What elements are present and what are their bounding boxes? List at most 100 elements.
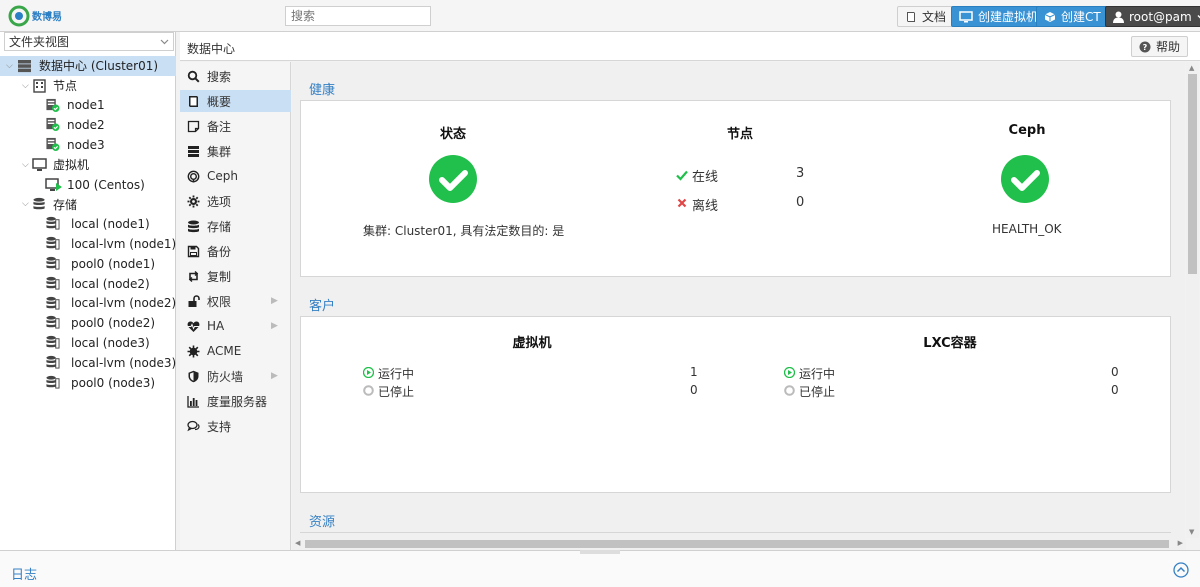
horizontal-scrollbar[interactable]: ◀ ▶	[292, 538, 1186, 550]
vm-title: 虚拟机	[512, 336, 552, 351]
tree-item-label: local (node3)	[71, 336, 150, 351]
book-icon	[189, 96, 198, 107]
brand-logo-icon[interactable]: 数博易	[8, 5, 68, 27]
lxc-title: LXC容器	[923, 336, 977, 351]
tree-item-storage-local-node3[interactable]: local (node3)	[0, 333, 176, 353]
tree-item-storage-local-lvm-node1[interactable]: local-lvm (node1)	[0, 234, 176, 254]
guests-section-header[interactable]: 客户	[300, 286, 1171, 317]
vm-running-count: 1	[690, 365, 698, 379]
resize-handle[interactable]	[580, 550, 620, 554]
desktop-icon	[32, 158, 47, 171]
sticky-note-icon	[187, 120, 200, 133]
tree-item-storage-local-node2[interactable]: local (node2)	[0, 274, 176, 294]
tree-item-nodes[interactable]: ⌵ 节点	[0, 76, 176, 96]
menu-item-search[interactable]: 搜索	[180, 65, 291, 87]
docs-button[interactable]: 文档	[897, 6, 955, 27]
tree-item-label: local-lvm (node2)	[71, 296, 177, 311]
menu-item-label: Ceph	[207, 169, 238, 183]
menu-item-storage[interactable]: 存储	[180, 215, 291, 237]
search-input[interactable]	[285, 6, 431, 26]
expand-arrow-icon[interactable]: ▶	[271, 296, 278, 306]
tree-item-node3[interactable]: node3	[0, 135, 176, 155]
menu-item-ha[interactable]: HA ▶	[180, 315, 291, 337]
menu-item-acme[interactable]: ACME	[180, 340, 291, 362]
menu-item-cluster[interactable]: 集群	[180, 140, 291, 162]
cluster-status-text: 集群: Cluster01, 具有法定数目的: 是	[363, 224, 565, 238]
docs-label: 文档	[922, 10, 947, 24]
retweet-icon	[188, 270, 199, 283]
menu-item-options[interactable]: 选项	[180, 190, 291, 212]
collapse-icon[interactable]: ⌵	[22, 160, 29, 170]
menu-item-label: 支持	[207, 419, 232, 434]
expand-up-icon[interactable]	[1173, 562, 1189, 578]
create-ct-button[interactable]: 创建CT	[1036, 6, 1109, 27]
collapse-icon[interactable]: ⌵	[22, 199, 29, 209]
tree-item-storage-pool0-node2[interactable]: pool0 (node2)	[0, 313, 176, 333]
tree-item-datacenter[interactable]: ⌵ 数据中心 (Cluster01)	[0, 56, 176, 76]
log-title[interactable]: 日志	[11, 564, 37, 583]
expand-arrow-icon[interactable]: ▶	[271, 321, 278, 331]
stop-circle-icon	[363, 385, 374, 396]
menu-item-firewall[interactable]: 防火墙 ▶	[180, 365, 291, 387]
page-title: 数据中心	[187, 42, 236, 56]
summary-panel: 健康 状态 集群: Cluster01, 具有法定数目的: 是 节点 在线 3 …	[292, 62, 1185, 538]
view-selector[interactable]: 文件夹视图	[4, 32, 174, 51]
expand-arrow-icon[interactable]: ▶	[271, 371, 278, 381]
menu-item-backup[interactable]: 备份	[180, 240, 291, 262]
storage-icon	[46, 296, 60, 310]
user-icon	[1113, 11, 1124, 23]
tree-item-vm-100[interactable]: 100 (Centos)	[0, 175, 176, 195]
health-section-header[interactable]: 健康	[300, 70, 1171, 101]
tree-item-label: pool0 (node2)	[71, 316, 156, 331]
tree-item-storage[interactable]: ⌵ 存储	[0, 195, 176, 215]
menu-item-label: 备份	[207, 244, 232, 259]
cube-icon	[1044, 11, 1056, 22]
tree-item-storage-pool0-node3[interactable]: pool0 (node3)	[0, 373, 176, 393]
storage-icon	[46, 237, 60, 250]
tree-item-vms[interactable]: ⌵ 虚拟机	[0, 155, 176, 175]
menu-item-metric-server[interactable]: 度量服务器	[180, 390, 291, 412]
menu-item-notes[interactable]: 备注	[180, 115, 291, 137]
menu-item-summary[interactable]: 概要	[180, 90, 291, 112]
menu-item-support[interactable]: 支持	[180, 415, 291, 437]
collapse-icon[interactable]: ⌵	[6, 61, 13, 71]
play-circle-icon	[363, 367, 374, 378]
certificate-icon	[187, 345, 200, 358]
content-header: 数据中心 ? 帮助	[180, 32, 1200, 61]
tree-item-storage-pool0-node1[interactable]: pool0 (node1)	[0, 254, 176, 274]
tree-item-storage-local-lvm-node3[interactable]: local-lvm (node3)	[0, 353, 176, 373]
scroll-right-icon[interactable]: ▶	[1178, 539, 1183, 547]
menu-item-permissions[interactable]: 权限 ▶	[180, 290, 291, 312]
menu-item-label: HA	[207, 319, 225, 333]
tree-item-label: node2	[67, 118, 105, 133]
ceph-title: Ceph	[1008, 123, 1046, 138]
datacenter-menu: 搜索 概要 备注 集群 Ceph 选项 存储 备份 复制 权限 ▶ HA ▶ A…	[180, 62, 291, 550]
scroll-up-icon[interactable]: ▲	[1189, 64, 1194, 72]
horizontal-scroll-thumb[interactable]	[305, 540, 1169, 548]
help-button[interactable]: ? 帮助	[1130, 36, 1188, 57]
tree-item-label: node3	[67, 138, 105, 153]
tree-item-storage-local-node1[interactable]: local (node1)	[0, 214, 176, 234]
scroll-down-icon[interactable]: ▼	[1189, 528, 1194, 536]
top-bar: 数博易 文档 创建虚拟机 创建CT root@pam	[0, 0, 1200, 32]
user-menu-button[interactable]: root@pam	[1105, 6, 1200, 27]
lxc-running-count: 0	[1111, 365, 1119, 379]
create-vm-button[interactable]: 创建虚拟机	[951, 6, 1047, 27]
tree-item-node2[interactable]: node2	[0, 115, 176, 135]
scroll-left-icon[interactable]: ◀	[295, 539, 300, 547]
menu-item-replication[interactable]: 复制	[180, 265, 291, 287]
resources-section-header[interactable]: 资源	[300, 502, 1171, 533]
vertical-scroll-thumb[interactable]	[1188, 74, 1197, 274]
tree-item-label: local (node1)	[71, 217, 150, 232]
building-icon	[33, 79, 46, 93]
times-icon	[677, 198, 687, 208]
create-vm-label: 创建虚拟机	[978, 10, 1039, 24]
menu-item-label: 存储	[207, 219, 232, 234]
tree-item-storage-local-lvm-node2[interactable]: local-lvm (node2)	[0, 294, 176, 314]
nodes-title: 节点	[726, 127, 753, 142]
tree-item-label: 100 (Centos)	[67, 177, 145, 192]
tree-item-node1[interactable]: node1	[0, 96, 176, 116]
menu-item-ceph[interactable]: Ceph	[180, 165, 291, 187]
collapse-icon[interactable]: ⌵	[22, 81, 29, 91]
vertical-scrollbar[interactable]: ▲ ▼	[1186, 62, 1199, 538]
